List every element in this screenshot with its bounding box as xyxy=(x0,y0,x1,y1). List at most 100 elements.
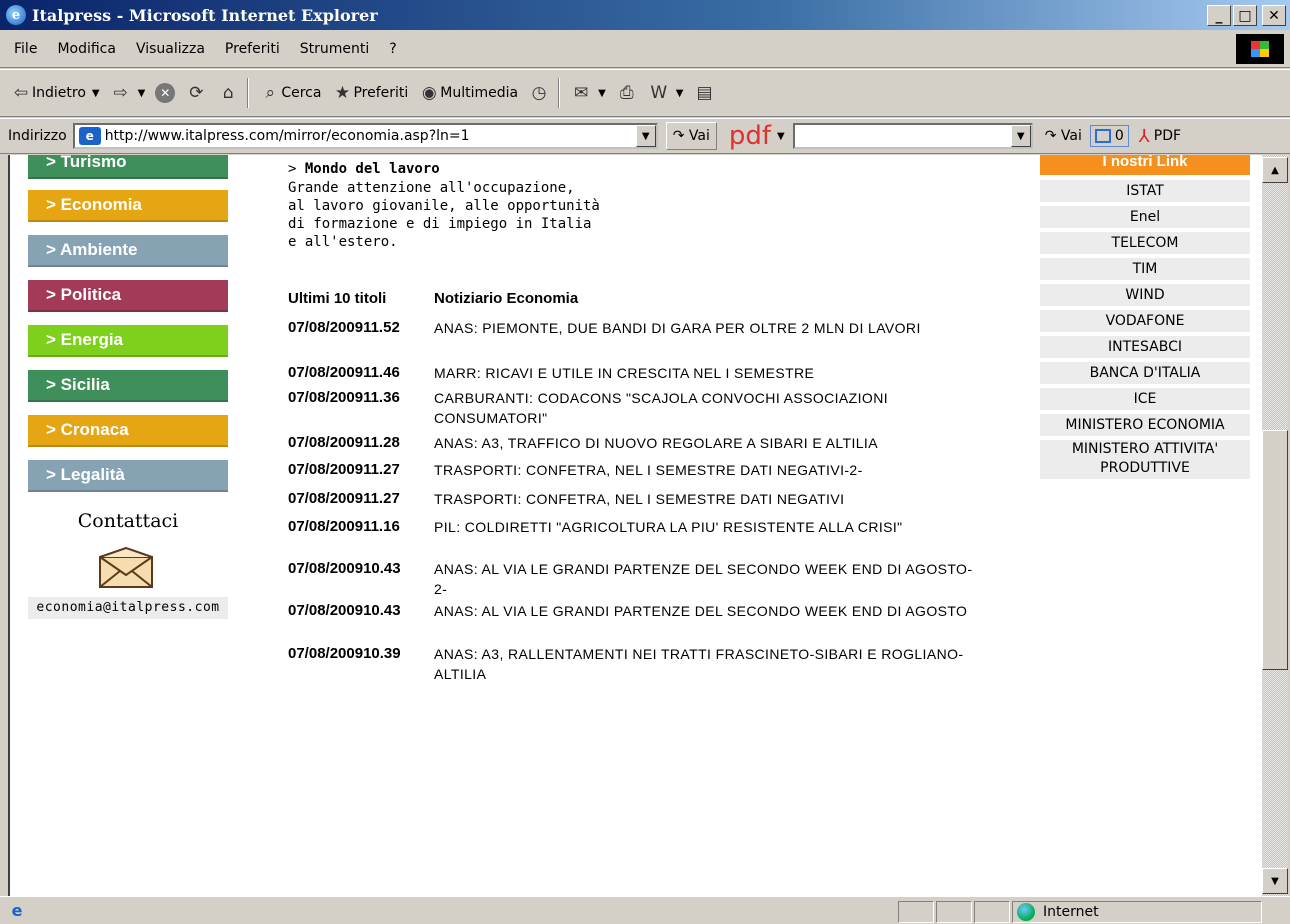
envelope-icon[interactable] xyxy=(98,547,154,589)
media-label: Multimedia xyxy=(440,85,519,101)
forward-dropdown-icon[interactable]: ▼ xyxy=(138,88,146,99)
forward-button[interactable]: ⇨ ▼ xyxy=(110,82,146,104)
news-title-link[interactable]: ANAS: PIEMONTE, DUE BANDI DI GARA PER OL… xyxy=(434,318,974,338)
edit-button[interactable]: W ▼ xyxy=(648,82,684,104)
print-button[interactable]: ⎙ xyxy=(616,82,638,104)
nav-cronaca[interactable]: > Cronaca xyxy=(28,415,228,447)
link-ice[interactable]: ICE xyxy=(1040,388,1250,413)
home-icon: ⌂ xyxy=(222,83,234,103)
scroll-thumb[interactable] xyxy=(1262,430,1288,670)
news-item[interactable]: 07/08/200911.16 PIL: COLDIRETTI "AGRICOLT… xyxy=(288,517,988,537)
nav-sicilia[interactable]: > Sicilia xyxy=(28,370,228,402)
news-item[interactable]: 07/08/200911.36 CARBURANTI: CODACONS "SCA… xyxy=(288,388,988,428)
toolbar-search-input[interactable]: ▼ xyxy=(792,123,1033,149)
news-timestamp: 07/08/200911.27 xyxy=(288,490,400,507)
address-dropdown-icon[interactable]: ▼ xyxy=(635,125,656,147)
menu-strumenti[interactable]: Strumenti xyxy=(300,41,370,57)
home-button[interactable]: ⌂ xyxy=(217,82,239,104)
pdf-logo[interactable]: pdf xyxy=(729,121,771,151)
link-vodafone[interactable]: VODAFONE xyxy=(1040,310,1250,335)
news-timestamp: 07/08/200911.46 xyxy=(288,364,400,381)
back-button[interactable]: ⇦ Indietro ▼ xyxy=(10,82,100,104)
stop-button[interactable]: ✕ xyxy=(155,83,176,103)
news-item[interactable]: 07/08/200911.52 ANAS: PIEMONTE, DUE BANDI… xyxy=(288,318,988,338)
scroll-down-icon[interactable]: ▼ xyxy=(1262,868,1288,894)
news-title-link[interactable]: TRASPORTI: CONFETRA, NEL I SEMESTRE DATI… xyxy=(434,489,974,509)
menu-help[interactable]: ? xyxy=(389,41,396,57)
windows-logo-icon xyxy=(1236,34,1284,64)
window-title: Italpress - Microsoft Internet Explorer xyxy=(32,5,378,25)
mail-dropdown-icon[interactable]: ▼ xyxy=(598,88,606,99)
address-input[interactable]: e http://www.italpress.com/mirror/econom… xyxy=(72,123,658,149)
link-wind[interactable]: WIND xyxy=(1040,284,1250,309)
nav-economia[interactable]: > Economia xyxy=(28,190,228,222)
news-item[interactable]: 07/08/200911.27 TRASPORTI: CONFETRA, NEL … xyxy=(288,489,988,509)
news-title-link[interactable]: PIL: COLDIRETTI "AGRICOLTURA LA PIU' RES… xyxy=(434,517,974,537)
maximize-button[interactable]: □ xyxy=(1233,5,1257,26)
close-button[interactable]: ✕ xyxy=(1262,5,1286,26)
history-button[interactable]: ◷ xyxy=(528,82,550,104)
nav-energia[interactable]: > Energia xyxy=(28,325,228,357)
menu-file[interactable]: File xyxy=(14,41,37,57)
news-title-link[interactable]: CARBURANTI: CODACONS "SCAJOLA CONVOCHI A… xyxy=(434,388,974,428)
mail-button[interactable]: ✉ ▼ xyxy=(570,82,606,104)
scroll-up-icon[interactable]: ▲ xyxy=(1262,157,1288,183)
page-status-icon: e xyxy=(11,901,23,920)
nav-legalita[interactable]: > Legalità xyxy=(28,460,228,492)
news-item[interactable]: 07/08/200910.43 ANAS: AL VIA LE GRANDI PA… xyxy=(288,559,988,599)
address-bar: Indirizzo e http://www.italpress.com/mir… xyxy=(0,118,1290,154)
link-telecom[interactable]: TELECOM xyxy=(1040,232,1250,257)
back-dropdown-icon[interactable]: ▼ xyxy=(92,88,100,99)
link-istat[interactable]: ISTAT xyxy=(1040,180,1250,205)
section-prefix: > xyxy=(288,161,305,177)
nav-politica[interactable]: > Politica xyxy=(28,280,228,312)
toolbar-separator xyxy=(558,78,561,108)
link-banca-italia[interactable]: BANCA D'ITALIA xyxy=(1040,362,1250,387)
back-label: Indietro xyxy=(32,85,86,101)
acrobat-icon: ⅄ xyxy=(1138,125,1150,147)
link-ministero-economia[interactable]: MINISTERO ECONOMIA xyxy=(1040,414,1250,439)
news-item[interactable]: 07/08/200911.28 ANAS: A3, TRAFFICO DI NUO… xyxy=(288,433,988,453)
news-item[interactable]: 07/08/200911.27 TRASPORTI: CONFETRA, NEL … xyxy=(288,460,988,480)
news-title-link[interactable]: ANAS: AL VIA LE GRANDI PARTENZE DEL SECO… xyxy=(434,601,974,621)
menu-bar: File Modifica Visualizza Preferiti Strum… xyxy=(0,30,1290,68)
news-title-link[interactable]: ANAS: AL VIA LE GRANDI PARTENZE DEL SECO… xyxy=(434,559,974,599)
minimize-button[interactable]: _ xyxy=(1207,5,1231,26)
vertical-scrollbar[interactable]: ▲ ▼ xyxy=(1262,155,1288,896)
menu-visualizza[interactable]: Visualizza xyxy=(136,41,205,57)
news-title-link[interactable]: ANAS: A3, RALLENTAMENTI NEI TRATTI FRASC… xyxy=(434,644,974,684)
nav-ambiente[interactable]: > Ambiente xyxy=(28,235,228,267)
section-heading[interactable]: > Mondo del lavoro xyxy=(288,161,440,177)
media-button[interactable]: ◉ Multimedia xyxy=(418,82,518,104)
popup-counter-button[interactable]: 0 xyxy=(1089,125,1129,147)
news-timestamp: 07/08/200911.16 xyxy=(288,518,400,535)
link-ministero-attivita[interactable]: MINISTERO ATTIVITA' PRODUTTIVE xyxy=(1040,440,1250,482)
pdf-dropdown-icon[interactable]: ▼ xyxy=(777,131,785,142)
nav-turismo[interactable]: > Turismo xyxy=(28,155,228,179)
edit-dropdown-icon[interactable]: ▼ xyxy=(676,88,684,99)
pdf-button[interactable]: ⅄ PDF xyxy=(1139,126,1181,147)
favorites-button[interactable]: ★ Preferiti xyxy=(331,82,408,104)
go-button-2[interactable]: ↷ Vai xyxy=(1045,128,1082,144)
link-tim[interactable]: TIM xyxy=(1040,258,1250,283)
status-pane xyxy=(974,901,1010,923)
go-button[interactable]: ↷ Vai xyxy=(665,122,717,150)
news-title-link[interactable]: ANAS: A3, TRAFFICO DI NUOVO REGOLARE A S… xyxy=(434,433,974,453)
news-timestamp: 07/08/200910.43 xyxy=(288,560,401,577)
link-intesabci[interactable]: INTESABCI xyxy=(1040,336,1250,361)
status-pane xyxy=(898,901,934,923)
news-item[interactable]: 07/08/200910.39 ANAS: A3, RALLENTAMENTI N… xyxy=(288,644,988,684)
news-title-link[interactable]: MARR: RICAVI E UTILE IN CRESCITA NEL I S… xyxy=(434,363,974,383)
discuss-button[interactable]: ▤ xyxy=(694,82,716,104)
menu-preferiti[interactable]: Preferiti xyxy=(225,41,280,57)
contact-email-link[interactable]: economia@italpress.com xyxy=(28,597,228,619)
news-timestamp: 07/08/200911.52 xyxy=(288,319,400,336)
menu-modifica[interactable]: Modifica xyxy=(57,41,116,57)
search-dropdown-icon[interactable]: ▼ xyxy=(1010,125,1031,147)
refresh-button[interactable]: ⟳ xyxy=(185,82,207,104)
news-item[interactable]: 07/08/200911.46 MARR: RICAVI E UTILE IN C… xyxy=(288,363,988,383)
news-title-link[interactable]: TRASPORTI: CONFETRA, NEL I SEMESTRE DATI… xyxy=(434,460,974,480)
news-item[interactable]: 07/08/200910.43 ANAS: AL VIA LE GRANDI PA… xyxy=(288,601,988,621)
search-button[interactable]: ⌕ Cerca xyxy=(259,82,322,104)
link-enel[interactable]: Enel xyxy=(1040,206,1250,231)
